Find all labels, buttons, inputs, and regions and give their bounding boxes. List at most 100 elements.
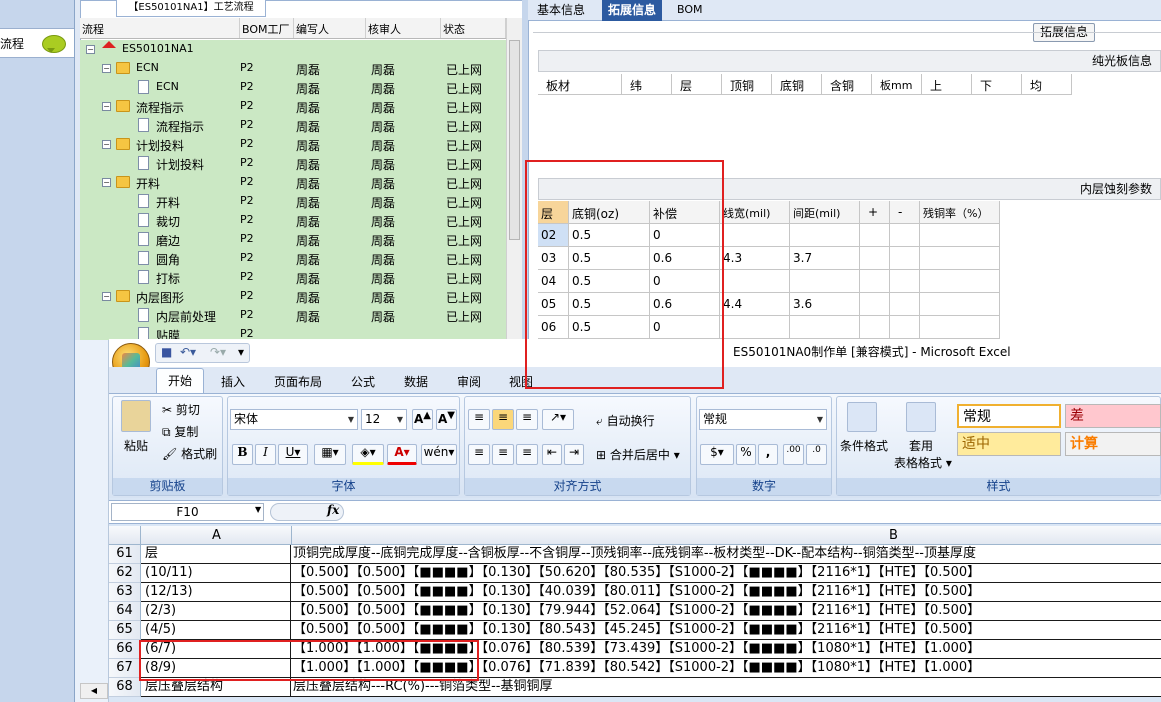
etch-grid-row[interactable]: 03 0.5 0.6 4.3 3.7 [538, 247, 1000, 270]
cell-b[interactable]: 【1.000】【1.000】【■■■■】【0.076】【80.539】【73.4… [291, 640, 1161, 659]
merge-center-button[interactable]: ⊞ 合并后居中 ▾ [596, 446, 680, 463]
scroll-left-icon[interactable]: ◀ [80, 683, 108, 699]
cell-a[interactable]: (2/3) [141, 602, 291, 621]
copy-button[interactable]: ⧉ 复制 [162, 423, 198, 440]
fill-color-icon[interactable]: ◈▾ [352, 444, 384, 465]
cell-b[interactable]: 【1.000】【1.000】【■■■■】【0.076】【71.839】【80.5… [291, 659, 1161, 678]
tree-row[interactable]: 内层前处理 P2 周磊 周磊 已上网 [80, 306, 506, 325]
column-header-a[interactable]: A [212, 528, 221, 543]
grid1-header[interactable]: 顶铜 [722, 74, 772, 94]
etch-grid-cell[interactable] [920, 270, 1000, 292]
cell-a[interactable]: 层 [141, 545, 291, 564]
ribbon-tab-view[interactable]: 视图 [509, 373, 533, 390]
cell-a[interactable]: (8/9) [141, 659, 291, 678]
cell-b[interactable]: 顶铜完成厚度--底铜完成厚度--含铜板厚--不含铜厚--顶残铜率--底残铜率--… [291, 545, 1161, 564]
etch-grid-cell[interactable] [860, 247, 890, 269]
cell-b[interactable]: 层压叠层结构---RC(%)---铜箔类型--基铜铜厚 [291, 678, 1161, 697]
etch-grid-cell[interactable] [890, 293, 920, 315]
grid1-header[interactable]: 层 [672, 74, 722, 94]
collapse-toggle-icon[interactable]: − [102, 140, 111, 149]
tree-row[interactable]: 磨边 P2 周磊 周磊 已上网 [80, 230, 506, 249]
tree-row[interactable]: 开料 P2 周磊 周磊 已上网 [80, 192, 506, 211]
table-format-button-line1[interactable]: 套用 [909, 437, 933, 454]
style-calculation[interactable]: 计算 [1065, 432, 1161, 456]
grid2-header[interactable]: 间距(mil) [790, 201, 860, 223]
cell-b[interactable]: 【0.500】【0.500】【■■■■】【0.130】【79.944】【52.0… [291, 602, 1161, 621]
tree-row[interactable]: 圆角 P2 周磊 周磊 已上网 [80, 249, 506, 268]
etch-grid-cell[interactable]: 0.5 [569, 316, 650, 338]
grid2-header[interactable]: + [860, 201, 890, 223]
etch-grid-cell[interactable]: 3.7 [790, 247, 860, 269]
etch-grid-cell[interactable] [890, 270, 920, 292]
etch-grid-cell[interactable] [920, 247, 1000, 269]
phonetic-icon[interactable]: wén▾ [421, 444, 457, 465]
etch-grid-row[interactable]: 06 0.5 0 [538, 316, 1000, 339]
column-header-b[interactable]: B [889, 528, 898, 543]
etch-grid-cell[interactable] [860, 224, 890, 246]
row-header[interactable]: 61 [109, 545, 141, 564]
cell-b[interactable]: 【0.500】【0.500】【■■■■】【0.130】【40.039】【80.0… [291, 583, 1161, 602]
etch-grid-cell[interactable]: 06 [538, 316, 569, 338]
col-header-writer[interactable]: 编写人 [294, 18, 366, 38]
tab-extended-info[interactable]: 拓展信息 [602, 0, 663, 21]
etch-grid-cell[interactable] [720, 224, 790, 246]
grid2-header[interactable]: 层 [538, 201, 569, 223]
align-right-icon[interactable]: ≡ [516, 444, 538, 465]
etch-grid-cell[interactable]: 0 [650, 224, 720, 246]
increase-decimal-icon[interactable]: .00 [783, 444, 804, 465]
etch-grid-cell[interactable] [890, 316, 920, 338]
ribbon-tab-data[interactable]: 数据 [404, 373, 428, 390]
etch-grid-cell[interactable] [890, 224, 920, 246]
etch-grid-cell[interactable]: 3.6 [790, 293, 860, 315]
select-all-corner[interactable] [109, 526, 141, 545]
number-format-combo[interactable]: 常规 ▼ [699, 409, 827, 430]
percent-icon[interactable]: % [736, 444, 756, 465]
grid2-header[interactable]: 补偿 [650, 201, 720, 223]
row-header[interactable]: 62 [109, 564, 141, 583]
etch-grid-cell[interactable] [790, 224, 860, 246]
grid2-header[interactable]: 残铜率（%） [920, 201, 1000, 223]
comma-icon[interactable]: , [758, 444, 778, 465]
etch-grid-cell[interactable] [920, 316, 1000, 338]
collapse-toggle-icon[interactable]: − [86, 45, 95, 54]
etch-grid-cell[interactable] [720, 270, 790, 292]
underline-icon[interactable]: U▾ [278, 444, 308, 465]
etch-grid-cell[interactable]: 0.5 [569, 270, 650, 292]
etch-grid-cell[interactable] [790, 270, 860, 292]
ribbon-tab-home[interactable]: 开始 [156, 368, 204, 394]
collapse-toggle-icon[interactable]: − [102, 64, 111, 73]
col-header-reviewer[interactable]: 核审人 [366, 18, 441, 38]
etch-grid-cell[interactable] [790, 316, 860, 338]
row-header[interactable]: 68 [109, 678, 141, 697]
etch-grid-cell[interactable] [720, 316, 790, 338]
cut-button[interactable]: ✂ 剪切 [162, 401, 200, 418]
tree-row[interactable]: 流程指示 P2 周磊 周磊 已上网 [80, 116, 506, 135]
ribbon-tab-insert[interactable]: 插入 [221, 373, 245, 390]
undo-icon[interactable]: ↶▾ [180, 345, 196, 359]
redo-icon[interactable]: ↷▾ [210, 345, 226, 359]
col-header-status[interactable]: 状态 [441, 18, 506, 38]
tree-row[interactable]: ECN P2 周磊 周磊 已上网 [80, 78, 506, 97]
tree-row[interactable]: 打标 P2 周磊 周磊 已上网 [80, 268, 506, 287]
etch-grid-cell[interactable]: 4.4 [720, 293, 790, 315]
etch-grid-cell[interactable] [920, 293, 1000, 315]
etch-grid-cell[interactable]: 0 [650, 270, 720, 292]
conditional-format-button[interactable]: 条件格式 [840, 437, 888, 454]
align-left-icon[interactable]: ≡ [468, 444, 490, 465]
cell-a[interactable]: (4/5) [141, 621, 291, 640]
formula-input[interactable] [346, 503, 1161, 521]
grid1-header[interactable]: 纬 [622, 74, 672, 94]
grid1-header[interactable]: 上 [922, 74, 972, 94]
cell-b[interactable]: 【0.500】【0.500】【■■■■】【0.130】【50.620】【80.5… [291, 564, 1161, 583]
collapse-toggle-icon[interactable]: − [102, 178, 111, 187]
collapse-toggle-icon[interactable]: − [102, 292, 111, 301]
scroll-thumb[interactable] [509, 40, 520, 240]
table-format-icon[interactable] [906, 402, 936, 432]
grid2-header[interactable]: - [890, 201, 920, 223]
etch-grid-cell[interactable] [860, 270, 890, 292]
font-name-combo[interactable]: 宋体 ▼ [230, 409, 358, 430]
etch-grid-row[interactable]: 05 0.5 0.6 4.4 3.6 [538, 293, 1000, 316]
tree-row[interactable]: − 计划投料 P2 周磊 周磊 已上网 [80, 135, 506, 154]
etch-grid-cell[interactable] [860, 316, 890, 338]
tree-row[interactable]: − 内层图形 P2 周磊 周磊 已上网 [80, 287, 506, 306]
